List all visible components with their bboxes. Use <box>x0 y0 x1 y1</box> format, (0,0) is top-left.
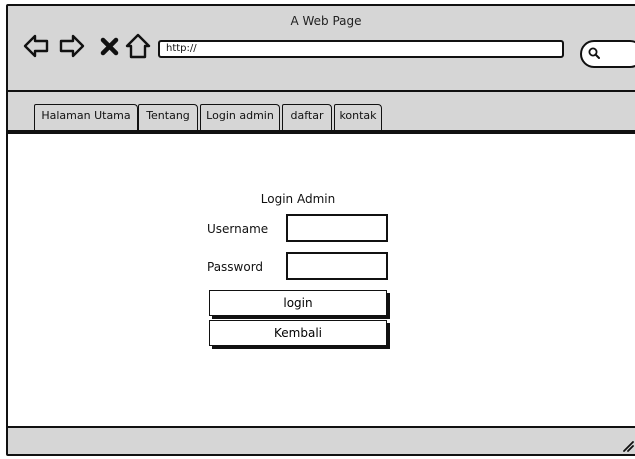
search-button[interactable] <box>580 40 635 68</box>
browser-toolbar: A Web Page http:// <box>8 6 635 92</box>
home-icon <box>125 33 151 59</box>
tab-daftar[interactable]: daftar <box>282 104 332 130</box>
form-title: Login Admin <box>260 192 336 206</box>
browser-window: A Web Page http:// Halaman Utama Tentang… <box>6 4 635 456</box>
search-icon <box>588 47 600 59</box>
back-arrow-icon <box>23 34 49 58</box>
window-title: A Web Page <box>290 14 362 28</box>
back-to-home-button[interactable]: Kembali <box>209 320 387 346</box>
close-icon <box>100 37 119 56</box>
tab-halaman-utama[interactable]: Halaman Utama <box>34 104 138 130</box>
password-field[interactable] <box>286 252 388 280</box>
tab-kontak[interactable]: kontak <box>334 104 382 130</box>
page-content: Login Admin Username Password login Kemb… <box>8 132 635 422</box>
username-label: Username <box>207 222 269 236</box>
tab-tentang[interactable]: Tentang <box>138 104 198 130</box>
status-bar <box>8 426 635 454</box>
forward-button[interactable] <box>58 32 86 60</box>
password-label: Password <box>207 260 264 274</box>
address-bar[interactable]: http:// <box>158 40 564 58</box>
tab-login-admin[interactable]: Login admin <box>200 104 280 130</box>
resize-grip-icon[interactable] <box>620 438 634 452</box>
back-button[interactable] <box>22 32 50 60</box>
home-button[interactable] <box>124 32 152 60</box>
forward-arrow-icon <box>59 34 85 58</box>
login-button[interactable]: login <box>209 290 387 316</box>
stop-button[interactable] <box>96 32 124 60</box>
username-field[interactable] <box>286 214 388 242</box>
tab-strip: Halaman Utama Tentang Login admin daftar… <box>8 92 635 132</box>
